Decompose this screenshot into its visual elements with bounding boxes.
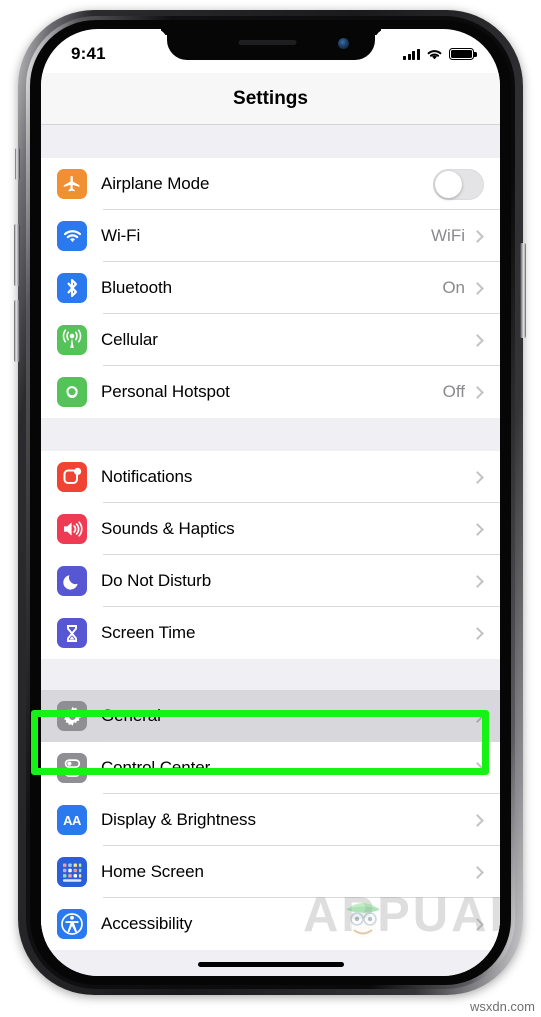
chevron-right-icon <box>471 470 484 484</box>
settings-group-alerts: Notifications Sounds & Haptics Do Not Di… <box>41 451 500 659</box>
row-value: Off <box>442 382 465 401</box>
settings-row-bluetooth[interactable]: Bluetooth On <box>41 262 500 314</box>
chevron-right-icon <box>471 333 484 347</box>
row-label: Home Screen <box>101 862 204 881</box>
chevron-right-icon <box>471 229 484 243</box>
row-label: Cellular <box>101 330 158 349</box>
settings-row-cellular[interactable]: Cellular <box>41 314 500 366</box>
settings-group-system: General Control Center AA Display & Brig… <box>41 690 500 950</box>
settings-row-screen-time[interactable]: Screen Time <box>41 607 500 659</box>
control-center-toggles-icon <box>57 753 87 783</box>
battery-full-icon <box>449 48 477 60</box>
home-indicator <box>197 962 344 967</box>
chevron-right-icon <box>471 865 484 879</box>
bluetooth-icon <box>57 273 87 303</box>
row-label: Do Not Disturb <box>101 571 212 590</box>
airplane-icon <box>57 169 87 199</box>
notifications-badge-icon <box>57 462 87 492</box>
volume-down-button[interactable] <box>14 300 20 362</box>
settings-row-general[interactable]: General <box>41 690 500 742</box>
power-button[interactable] <box>520 243 526 338</box>
row-value: WiFi <box>431 226 465 245</box>
home-screen-grid-icon <box>57 857 87 887</box>
settings-row-home-screen[interactable]: Home Screen <box>41 846 500 898</box>
chevron-right-icon <box>471 522 484 536</box>
row-label: Sounds & Haptics <box>101 519 235 538</box>
cellular-antenna-icon <box>57 325 87 355</box>
mute-switch-button[interactable] <box>15 148 20 180</box>
row-label: Display & Brightness <box>101 810 256 829</box>
display-notch <box>166 29 375 60</box>
wifi-icon <box>427 49 442 59</box>
settings-scroll-view[interactable]: Airplane Mode Wi-Fi WiFi Bluetooth On Ce… <box>41 125 500 976</box>
hourglass-icon <box>57 618 87 648</box>
display-aa-icon: AA <box>57 805 87 835</box>
cellular-bars-icon <box>403 48 420 60</box>
moon-icon <box>57 566 87 596</box>
row-value: On <box>442 278 465 297</box>
status-bar-indicators <box>403 48 477 61</box>
page-title: Settings <box>233 87 308 109</box>
chevron-right-icon <box>471 709 484 723</box>
settings-row-display-brightness[interactable]: AA Display & Brightness <box>41 794 500 846</box>
row-label: General <box>101 706 161 725</box>
source-url-watermark: wsxdn.com <box>469 999 535 1014</box>
settings-row-airplane-mode[interactable]: Airplane Mode <box>41 158 500 210</box>
toggle-knob <box>435 170 462 198</box>
settings-row-notifications[interactable]: Notifications <box>41 451 500 503</box>
status-bar-time: 9:41 <box>71 44 106 63</box>
navigation-bar: Settings <box>41 73 500 125</box>
screenshot-stage: 9:41 Settings Airplane Mode Wi-Fi WiFi B… <box>0 0 541 1017</box>
front-camera-icon <box>337 38 349 49</box>
row-label: Wi-Fi <box>101 226 141 245</box>
row-label: Bluetooth <box>101 278 172 297</box>
settings-row-sounds-haptics[interactable]: Sounds & Haptics <box>41 503 500 555</box>
settings-row-do-not-disturb[interactable]: Do Not Disturb <box>41 555 500 607</box>
volume-up-button[interactable] <box>14 224 20 286</box>
chevron-right-icon <box>471 917 484 931</box>
airplane-mode-toggle[interactable] <box>433 168 484 200</box>
settings-row-accessibility[interactable]: Accessibility <box>41 898 500 950</box>
chevron-right-icon <box>471 574 484 588</box>
chevron-right-icon <box>471 813 484 827</box>
chevron-right-icon <box>471 761 484 775</box>
chevron-right-icon <box>471 626 484 640</box>
chevron-right-icon <box>471 385 484 399</box>
earpiece-speaker <box>238 40 297 45</box>
accessibility-person-icon <box>57 909 87 939</box>
gear-icon <box>57 701 87 731</box>
group-spacer <box>41 659 500 690</box>
settings-row-personal-hotspot[interactable]: Personal Hotspot Off <box>41 366 500 418</box>
settings-row-wifi[interactable]: Wi-Fi WiFi <box>41 210 500 262</box>
hotspot-link-icon <box>57 377 87 407</box>
row-label: Notifications <box>101 467 193 486</box>
row-label: Screen Time <box>101 623 196 642</box>
wifi-icon <box>57 221 87 251</box>
row-label: Personal Hotspot <box>101 382 230 401</box>
speaker-waves-icon <box>57 514 87 544</box>
group-spacer <box>41 418 500 451</box>
row-label: Airplane Mode <box>101 174 210 193</box>
iphone-screen: 9:41 Settings Airplane Mode Wi-Fi WiFi B… <box>41 29 500 976</box>
group-spacer <box>41 125 500 158</box>
row-label: Control Center <box>101 758 211 777</box>
chevron-right-icon <box>471 281 484 295</box>
settings-row-control-center[interactable]: Control Center <box>41 742 500 794</box>
settings-group-connectivity: Airplane Mode Wi-Fi WiFi Bluetooth On Ce… <box>41 158 500 418</box>
row-label: Accessibility <box>101 914 193 933</box>
